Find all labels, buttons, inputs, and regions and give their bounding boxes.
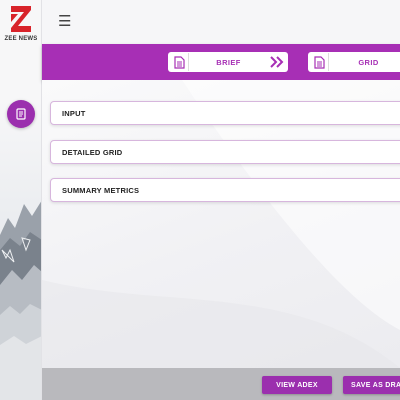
view-adex-button[interactable]: VIEW ADEX bbox=[262, 376, 332, 394]
section-detailed-grid-label: DETAILED GRID bbox=[62, 147, 123, 157]
main-content: INPUT DETAILED GRID SUMMARY METRICS bbox=[42, 80, 400, 368]
section-input-label: INPUT bbox=[62, 108, 86, 118]
left-sidebar: ZEE NEWS bbox=[0, 0, 42, 400]
document-list-button[interactable] bbox=[7, 100, 35, 128]
section-summary-metrics[interactable]: SUMMARY METRICS bbox=[50, 178, 400, 202]
document-icon bbox=[311, 53, 329, 71]
tab-brief-label: BRIEF bbox=[216, 57, 241, 67]
tab-grid[interactable]: GRID bbox=[308, 52, 400, 72]
hamburger-menu-icon[interactable]: ☰ bbox=[58, 14, 71, 29]
zee-news-logo[interactable]: ZEE NEWS bbox=[4, 4, 38, 44]
section-detailed-grid[interactable]: DETAILED GRID bbox=[50, 140, 400, 164]
section-input[interactable]: INPUT bbox=[50, 101, 400, 125]
mountain-background-image bbox=[0, 100, 41, 400]
document-icon bbox=[171, 53, 189, 71]
top-header: ☰ bbox=[42, 0, 400, 44]
step-navigation-bar: BRIEF GRID bbox=[42, 44, 400, 80]
double-chevron-right-icon bbox=[268, 56, 286, 68]
document-list-icon bbox=[16, 108, 26, 120]
section-summary-metrics-label: SUMMARY METRICS bbox=[62, 185, 140, 195]
footer-action-bar: VIEW ADEX SAVE AS DRAFT bbox=[42, 368, 400, 400]
tab-brief[interactable]: BRIEF bbox=[168, 52, 288, 72]
tab-grid-label: GRID bbox=[358, 57, 379, 67]
save-as-draft-button[interactable]: SAVE AS DRAFT bbox=[343, 376, 400, 394]
logo-text: ZEE NEWS bbox=[4, 36, 38, 42]
zee-logo-icon bbox=[11, 6, 31, 32]
